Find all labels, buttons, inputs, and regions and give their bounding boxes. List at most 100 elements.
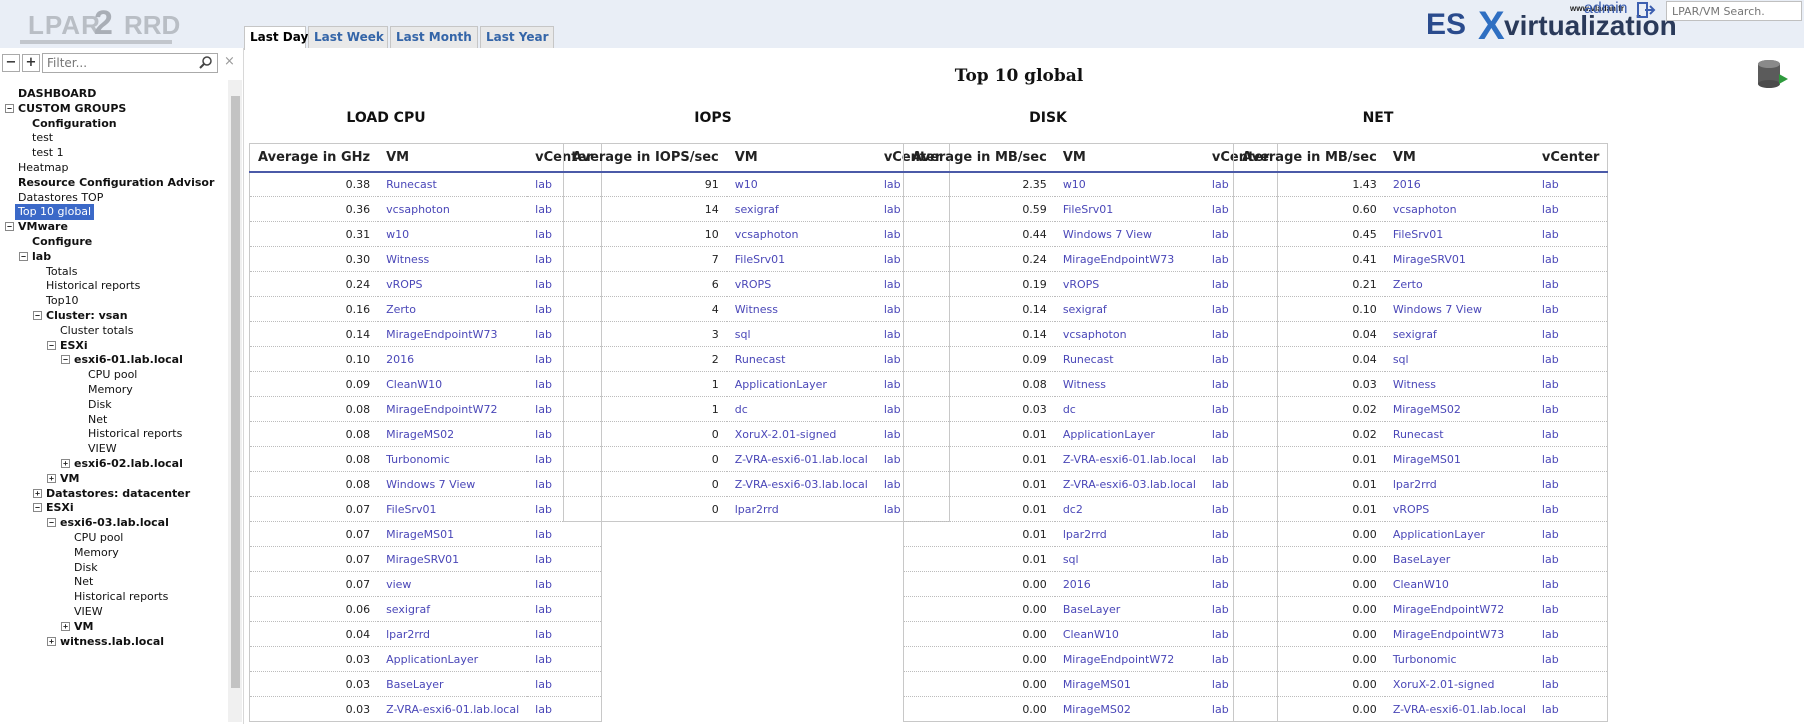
vm-link[interactable]: lpar2rrd [1054, 521, 1204, 547]
collapse-node-icon[interactable]: − [47, 518, 56, 528]
tree-item[interactable]: Resource Configuration Advisor [18, 175, 214, 191]
tree-item[interactable]: Configuration [32, 116, 117, 132]
vm-link[interactable]: dc [1054, 396, 1204, 422]
lpar2rrd-logo[interactable]: LPAR 2 RRD [20, 4, 180, 44]
vm-link[interactable]: lpar2rrd [1384, 471, 1534, 497]
vm-link[interactable]: vROPS [1054, 271, 1204, 297]
vm-link[interactable]: sql [1384, 346, 1534, 372]
tree-item[interactable]: lab [32, 249, 51, 265]
vm-link[interactable]: FileSrv01 [1384, 221, 1534, 247]
tree-item[interactable]: Configure [32, 234, 92, 250]
vm-link[interactable]: MirageMS02 [378, 421, 528, 447]
column-header[interactable]: Average in MB/sec [1233, 143, 1385, 173]
tree-item[interactable]: Historical reports [74, 589, 168, 605]
vcenter-link[interactable]: lab [527, 696, 602, 722]
vm-link[interactable]: Zerto [1384, 271, 1534, 297]
vm-link[interactable]: vcsaphoton [726, 221, 876, 247]
vm-link[interactable]: Z-VRA-esxi6-03.lab.local [1054, 471, 1204, 497]
vm-link[interactable]: Witness [378, 246, 528, 272]
tree-item[interactable]: Top10 [46, 293, 79, 309]
tree-item[interactable]: Net [88, 412, 107, 428]
vm-link[interactable]: lpar2rrd [378, 621, 528, 647]
vm-link[interactable]: sexigraf [726, 196, 876, 222]
vm-link[interactable]: CleanW10 [378, 371, 528, 397]
vm-link[interactable]: MirageEndpointW73 [1054, 246, 1204, 272]
vm-link[interactable]: MirageEndpointW72 [1054, 646, 1204, 672]
expand-all-button[interactable]: + [22, 54, 40, 72]
vm-link[interactable]: XoruX-2.01-signed [1384, 671, 1534, 697]
collapse-all-button[interactable]: − [2, 54, 20, 72]
tree-filter-input[interactable] [42, 53, 218, 73]
vm-link[interactable]: MirageMS02 [1054, 696, 1204, 722]
tree-item[interactable]: Disk [74, 560, 98, 576]
collapse-node-icon[interactable]: − [47, 340, 56, 350]
lpar-vm-search-input[interactable] [1666, 1, 1802, 21]
vcenter-link[interactable]: lab [1533, 696, 1608, 722]
vm-link[interactable]: vcsaphoton [1054, 321, 1204, 347]
vcenter-link[interactable]: lab [527, 521, 602, 547]
vm-link[interactable]: dc2 [1054, 496, 1204, 522]
vcenter-link[interactable]: lab [527, 546, 602, 572]
tree-item[interactable]: ESXi [46, 500, 74, 516]
tree-item[interactable]: Top 10 global [15, 204, 95, 221]
tree-item[interactable]: VM [74, 619, 93, 635]
tree-item[interactable]: DASHBOARD [18, 86, 96, 102]
vm-link[interactable]: MirageMS02 [1384, 396, 1534, 422]
vm-link[interactable]: dc [726, 396, 876, 422]
tree-item[interactable]: Historical reports [46, 278, 140, 294]
vm-link[interactable]: Windows 7 View [1054, 221, 1204, 247]
vm-link[interactable]: CleanW10 [1384, 571, 1534, 597]
vm-link[interactable]: BaseLayer [1054, 596, 1204, 622]
vm-link[interactable]: Z-VRA-esxi6-01.lab.local [1384, 696, 1534, 722]
vcenter-link[interactable]: lab [527, 571, 602, 597]
column-header[interactable]: Average in MB/sec [903, 143, 1055, 173]
tree-item[interactable]: Net [74, 574, 93, 590]
collapse-node-icon[interactable]: − [19, 251, 28, 261]
tree-item[interactable]: CUSTOM GROUPS [18, 101, 126, 117]
tree-item[interactable]: CPU pool [74, 530, 123, 546]
vm-link[interactable]: Witness [1384, 371, 1534, 397]
tree-item[interactable]: test 1 [32, 145, 64, 161]
expand-node-icon[interactable]: + [33, 488, 42, 498]
vcenter-link[interactable]: lab [1533, 321, 1608, 347]
vcenter-link[interactable]: lab [527, 671, 602, 697]
tree-item[interactable]: CPU pool [88, 367, 137, 383]
vm-link[interactable]: ApplicationLayer [726, 371, 876, 397]
expand-node-icon[interactable]: + [61, 621, 70, 631]
vm-link[interactable]: vROPS [1384, 496, 1534, 522]
vm-link[interactable]: Turbonomic [378, 446, 528, 472]
vcenter-link[interactable]: lab [1533, 446, 1608, 472]
vcenter-link[interactable]: lab [1533, 171, 1608, 197]
vm-link[interactable]: lpar2rrd [726, 496, 876, 522]
tree-item[interactable]: esxi6-03.lab.local [60, 515, 169, 531]
vm-link[interactable]: w10 [726, 171, 876, 197]
vcenter-link[interactable]: lab [1533, 496, 1608, 522]
column-header[interactable]: VM [1054, 143, 1204, 173]
vm-link[interactable]: w10 [378, 221, 528, 247]
tab-last-month[interactable]: Last Month [390, 26, 478, 49]
vm-link[interactable]: w10 [1054, 171, 1204, 197]
vcenter-link[interactable]: lab [1533, 571, 1608, 597]
admin-user-link[interactable]: admin [1584, 0, 1628, 18]
tree-item[interactable]: VMware [18, 219, 68, 235]
collapse-node-icon[interactable]: − [5, 222, 14, 232]
vcenter-link[interactable]: lab [1533, 271, 1608, 297]
vm-link[interactable]: Z-VRA-esxi6-03.lab.local [726, 471, 876, 497]
vcenter-link[interactable]: lab [1533, 471, 1608, 497]
sidebar-scrollbar-thumb[interactable] [231, 96, 240, 688]
vm-link[interactable]: XoruX-2.01-signed [726, 421, 876, 447]
expand-node-icon[interactable]: + [61, 459, 70, 468]
vm-link[interactable]: MirageSRV01 [378, 546, 528, 572]
column-header[interactable]: Average in IOPS/sec [563, 143, 727, 173]
tree-item[interactable]: Totals [46, 264, 77, 280]
tree-item[interactable]: Heatmap [18, 160, 69, 176]
tree-item[interactable]: Datastores: datacenter [46, 486, 190, 502]
column-header[interactable]: vCenter [1533, 143, 1608, 173]
vcenter-link[interactable]: lab [1533, 246, 1608, 272]
vm-link[interactable]: sexigraf [1054, 296, 1204, 322]
tab-last-day[interactable]: Last Day [244, 26, 308, 50]
vcenter-link[interactable]: lab [1533, 221, 1608, 247]
tree-item[interactable]: VM [60, 471, 79, 487]
tree-item[interactable]: VIEW [74, 604, 103, 620]
vm-link[interactable]: ApplicationLayer [378, 646, 528, 672]
